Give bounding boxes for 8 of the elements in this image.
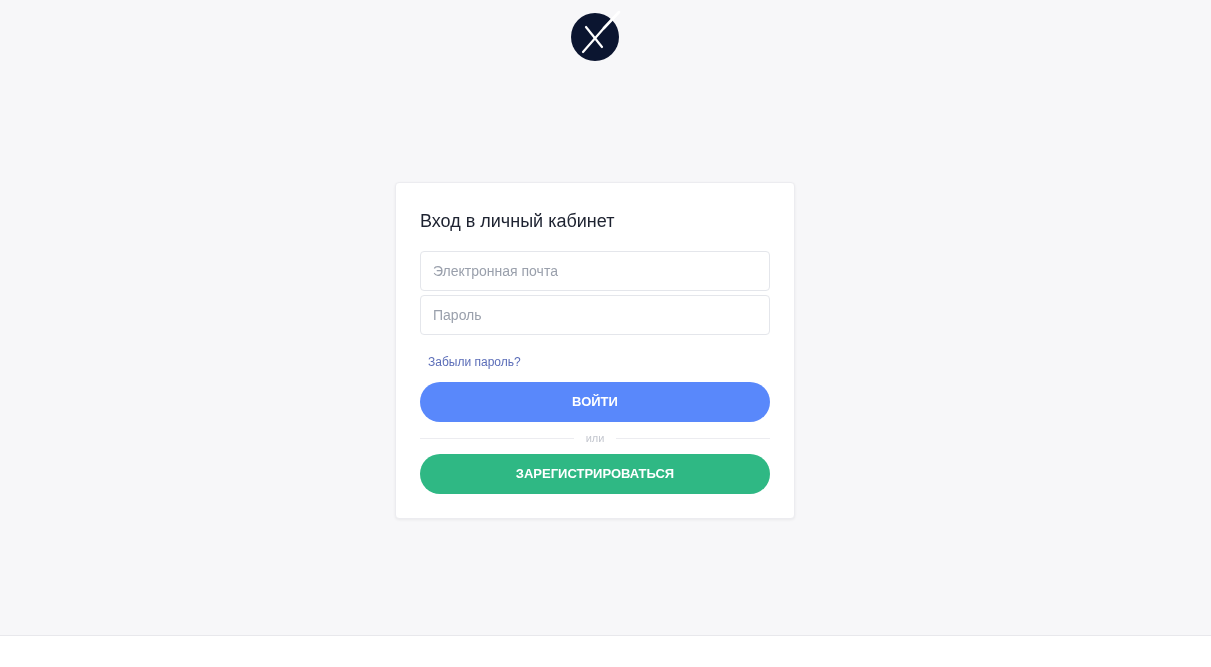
input-field[interactable]: Электронная почта [420,251,770,291]
login-button[interactable]: ВОЙТИ [420,382,770,422]
forgot-password-link[interactable]: Забыли пароль? [428,355,521,369]
register-button[interactable]: ЗАРЕГИСТРИРОВАТЬСЯ [420,454,770,494]
divider-label: или [585,431,605,445]
logo-icon [571,11,621,61]
card-title: Вход в личный кабинет [420,210,616,233]
input-field[interactable]: Пароль [420,295,770,335]
